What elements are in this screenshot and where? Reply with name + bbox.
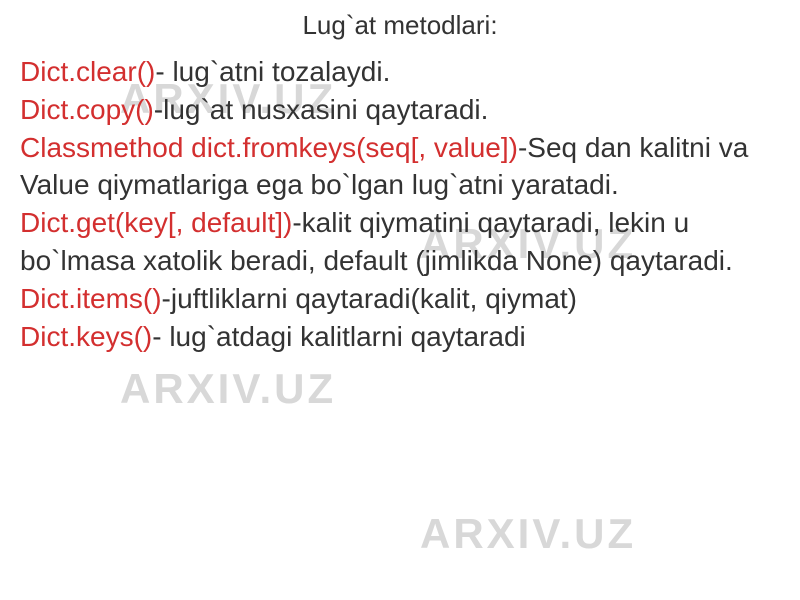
method-name: Dict.items()	[20, 283, 162, 314]
method-line: Dict.copy()-lug`at nusxasini qaytaradi.	[20, 91, 780, 129]
method-line: Dict.get(key[, default])-kalit qiymatini…	[20, 204, 780, 280]
method-name: Dict.copy()	[20, 94, 154, 125]
method-desc: -juftliklarni qaytaradi(kalit, qiymat)	[162, 283, 577, 314]
method-desc: -lug`at nusxasini qaytaradi.	[154, 94, 489, 125]
method-line: Dict.items()-juftliklarni qaytaradi(kali…	[20, 280, 780, 318]
method-line: Dict.clear()- lug`atni tozalaydi.	[20, 53, 780, 91]
method-name: Classmethod dict.fromkeys(seq[, value])	[20, 132, 518, 163]
method-line: Dict.keys()- lug`atdagi kalitlarni qayta…	[20, 318, 780, 356]
method-desc: - lug`atdagi kalitlarni qaytaradi	[152, 321, 526, 352]
slide-body: Dict.clear()- lug`atni tozalaydi. Dict.c…	[20, 53, 780, 355]
slide-title: Lug`at metodlari:	[20, 10, 780, 41]
method-line: Classmethod dict.fromkeys(seq[, value])-…	[20, 129, 780, 205]
slide-content: Lug`at metodlari: Dict.clear()- lug`atni…	[0, 0, 800, 600]
method-name: Dict.keys()	[20, 321, 152, 352]
method-desc: - lug`atni tozalaydi.	[155, 56, 390, 87]
method-name: Dict.clear()	[20, 56, 155, 87]
method-name: Dict.get(key[, default])	[20, 207, 292, 238]
